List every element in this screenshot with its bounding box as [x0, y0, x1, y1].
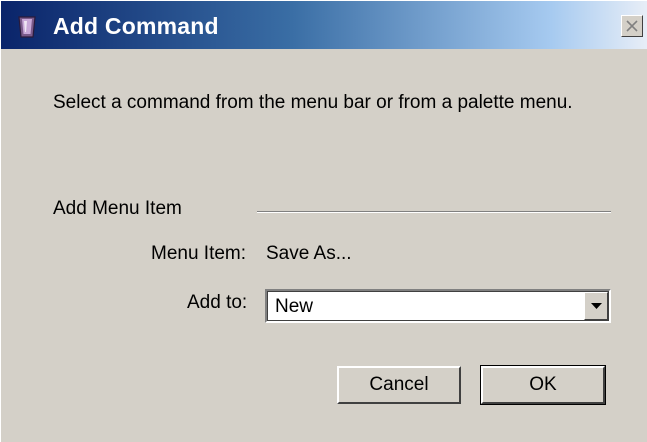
add-command-dialog: Add Command Select a command from the me… [0, 0, 647, 442]
chevron-down-icon [591, 303, 602, 309]
menu-item-label: Menu Item: [151, 243, 247, 264]
dropdown-button[interactable] [584, 292, 608, 320]
window-title: Add Command [53, 13, 219, 39]
instruction-text: Select a command from the menu bar or fr… [53, 92, 573, 113]
add-to-label: Add to: [187, 292, 248, 313]
add-to-dropdown[interactable]: New [265, 289, 611, 323]
close-button[interactable] [621, 15, 643, 37]
title-bar[interactable]: Add Command [1, 1, 647, 49]
close-icon [626, 20, 638, 32]
group-label: Add Menu Item [53, 198, 182, 219]
menu-item-value: Save As... [266, 243, 352, 264]
ok-button[interactable]: OK [480, 365, 606, 405]
cancel-button[interactable]: Cancel [337, 366, 461, 404]
app-icon [15, 14, 39, 40]
add-to-selected-value: New [275, 296, 314, 317]
group-divider [257, 211, 611, 213]
